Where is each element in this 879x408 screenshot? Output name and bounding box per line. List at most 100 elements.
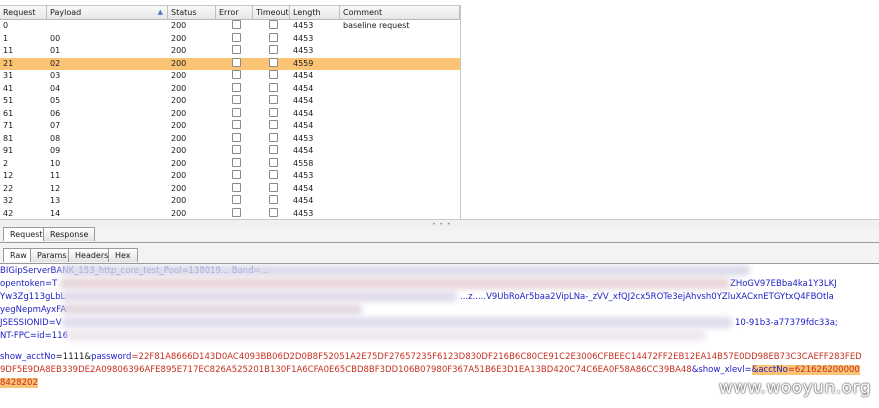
- cell-comment: [340, 208, 460, 220]
- table-row[interactable]: 71 07 200 4454: [0, 120, 460, 133]
- error-checkbox[interactable]: [232, 95, 241, 104]
- col-header-error[interactable]: Error: [216, 6, 253, 19]
- cell-comment: baseline request: [343, 21, 410, 30]
- error-checkbox[interactable]: [232, 145, 241, 154]
- cell-comment: [340, 83, 460, 96]
- tab-params[interactable]: Params: [30, 248, 74, 262]
- cell-status: 200: [171, 71, 187, 80]
- cell-length: 4453: [293, 133, 314, 143]
- table-row[interactable]: 61 06 200 4454: [0, 107, 460, 121]
- error-checkbox[interactable]: [232, 70, 241, 79]
- error-checkbox[interactable]: [232, 45, 241, 54]
- watermark: www.wooyun.org: [718, 378, 871, 398]
- col-header-comment[interactable]: Comment: [340, 6, 460, 19]
- timeout-checkbox[interactable]: [269, 107, 278, 117]
- cell-comment: [340, 145, 460, 158]
- error-checkbox[interactable]: [232, 107, 241, 117]
- cell-request: 1: [3, 33, 9, 43]
- error-checkbox[interactable]: [232, 157, 241, 167]
- table-row[interactable]: 81 08 200 4453: [0, 132, 460, 146]
- table-row[interactable]: 51 05 200 4454: [0, 95, 460, 108]
- cell-status: 200: [171, 96, 187, 105]
- table-row[interactable]: 11 01 200 4453: [0, 45, 460, 58]
- tab-response[interactable]: Response: [43, 227, 96, 241]
- cell-error: [216, 32, 253, 46]
- cell-comment: [340, 170, 460, 183]
- table-row[interactable]: 1 00 200 4453: [0, 32, 460, 46]
- error-checkbox[interactable]: [232, 132, 241, 142]
- cell-payload: 08: [50, 133, 61, 143]
- table-row[interactable]: 91 09 200 4454: [0, 145, 460, 158]
- table-row[interactable]: 31 03 200 4454: [0, 70, 460, 83]
- cell-request: 12: [3, 171, 14, 180]
- message-tabs: Request Response: [0, 227, 879, 243]
- timeout-checkbox[interactable]: [269, 195, 278, 204]
- table-row[interactable]: 0 200 4453 baseline request: [0, 20, 460, 33]
- timeout-checkbox[interactable]: [269, 95, 278, 104]
- cell-length: 4453: [293, 208, 314, 218]
- cell-status: 200: [171, 171, 187, 180]
- table-row[interactable]: 42 14 200 4453: [0, 207, 460, 220]
- cell-status: 200: [171, 83, 187, 93]
- cell-comment: [340, 195, 460, 208]
- cell-error: [216, 145, 253, 158]
- table-row[interactable]: 41 04 200 4454: [0, 82, 460, 96]
- cell-request: 0: [3, 21, 9, 30]
- cell-status: 200: [171, 33, 187, 43]
- cell-error: [216, 170, 253, 183]
- timeout-checkbox[interactable]: [269, 45, 278, 54]
- error-checkbox[interactable]: [232, 32, 241, 42]
- timeout-checkbox[interactable]: [269, 82, 278, 92]
- error-checkbox[interactable]: [232, 195, 241, 204]
- cell-comment: [340, 158, 460, 171]
- error-checkbox[interactable]: [232, 207, 241, 217]
- error-checkbox[interactable]: [232, 82, 241, 92]
- timeout-checkbox[interactable]: [269, 157, 278, 167]
- timeout-checkbox[interactable]: [269, 32, 278, 42]
- table-header: Request Payload ▲ Status Error Timeout Le…: [0, 5, 460, 20]
- col-header-payload[interactable]: Payload ▲: [47, 6, 168, 19]
- cell-timeout: [253, 195, 290, 208]
- timeout-checkbox[interactable]: [269, 170, 278, 179]
- timeout-checkbox[interactable]: [269, 20, 278, 29]
- cell-comment: [340, 120, 460, 133]
- body-line-1: show_acctNo=1111&password=22F81A8666D143…: [0, 352, 862, 362]
- cell-length: 4453: [293, 46, 314, 55]
- table-row[interactable]: 22 12 200 4454: [0, 182, 460, 196]
- table-row[interactable]: 12 11 200 4453: [0, 170, 460, 183]
- table-row[interactable]: 32 13 200 4454: [0, 195, 460, 208]
- col-header-length[interactable]: Length: [290, 6, 340, 19]
- col-header-timeout[interactable]: Timeout: [253, 6, 290, 19]
- cell-request: 32: [3, 196, 14, 205]
- timeout-checkbox[interactable]: [269, 145, 278, 154]
- cell-timeout: [253, 145, 290, 158]
- cell-length: 4453: [293, 171, 314, 180]
- cell-length: 4454: [293, 108, 314, 118]
- table-row[interactable]: 21 02 200 4559: [0, 57, 460, 70]
- cell-timeout: [253, 20, 290, 33]
- error-checkbox[interactable]: [232, 57, 241, 67]
- timeout-checkbox[interactable]: [269, 57, 278, 67]
- timeout-checkbox[interactable]: [269, 207, 278, 217]
- col-header-status[interactable]: Status: [168, 6, 216, 19]
- tab-hex[interactable]: Hex: [108, 248, 138, 262]
- table-row[interactable]: 2 10 200 4558: [0, 157, 460, 171]
- cell-payload: 01: [50, 46, 61, 55]
- timeout-checkbox[interactable]: [269, 182, 278, 192]
- error-checkbox[interactable]: [232, 182, 241, 192]
- timeout-checkbox[interactable]: [269, 132, 278, 142]
- cell-timeout: [253, 70, 290, 83]
- error-checkbox[interactable]: [232, 20, 241, 29]
- request-panel: Raw Params Headers Hex BIGipServerBANK_1…: [0, 243, 879, 408]
- timeout-checkbox[interactable]: [269, 120, 278, 129]
- view-tabs: Raw Params Headers Hex: [0, 248, 879, 264]
- redaction-blur: [66, 330, 706, 341]
- cell-comment: [340, 183, 460, 196]
- cell-error: [216, 70, 253, 83]
- col-header-request[interactable]: Request: [0, 6, 47, 19]
- cell-comment: [340, 108, 460, 121]
- error-checkbox[interactable]: [232, 120, 241, 129]
- cell-error: [216, 182, 253, 196]
- error-checkbox[interactable]: [232, 170, 241, 179]
- timeout-checkbox[interactable]: [269, 70, 278, 79]
